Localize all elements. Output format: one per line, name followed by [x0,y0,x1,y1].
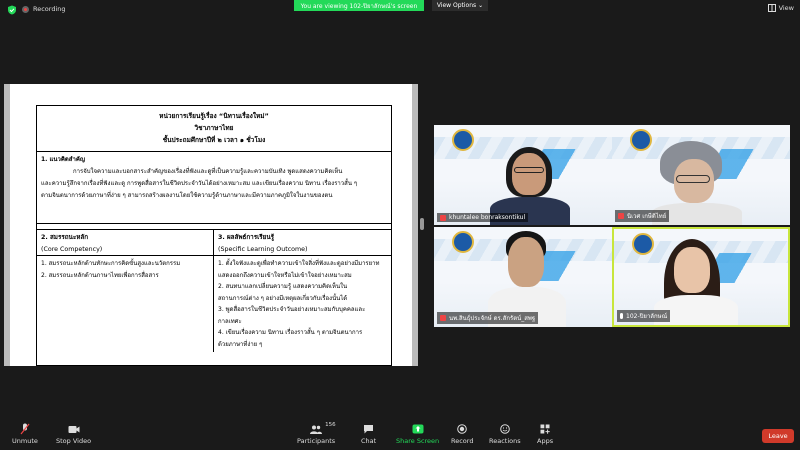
participant-label: นิเวศ เกษีติไทย์ [615,210,670,222]
unmute-button[interactable]: Unmute [12,423,38,445]
mic-muted-icon [440,214,446,221]
school-seal-icon [630,129,652,151]
chat-label: Chat [361,437,377,445]
shared-screen: หน่วยการเรียนรู้เรื่อง “นิทานเรื่องใหม่”… [4,84,418,366]
list-item: ด้วยภาษาที่ง่าย ๆ [218,340,263,348]
key-concept-line: การจับใจความและบอกสาระสำคัญของเรื่องที่ฟ… [73,168,343,175]
stop-video-button[interactable]: Stop Video [56,424,91,445]
core-competency-header: 2. สมรรถนะหลัก (Core Competency) [37,230,213,256]
core-competency-column: 2. สมรรถนะหลัก (Core Competency) 1. สมรร… [37,230,214,352]
mic-muted-icon [618,213,624,219]
list-item: 1. ตั้งใจฟังและดูเพื่อทำความเข้าใจสิ่งที… [218,260,380,267]
key-concept-line: และความรู้สึกจากเรื่องที่ฟังและดู การพูด… [41,180,358,187]
list-item: 3. พูดสื่อสารในชีวิตประจำวันอย่างเหมาะสม… [218,306,366,313]
chat-icon [363,424,375,434]
apps-button[interactable]: Apps [537,424,553,445]
key-concept-title: 1. แนวคิดสำคัญ [41,156,85,163]
video-tile[interactable]: นิเวศ เกษีติไทย์ [612,125,790,225]
smile-icon [499,424,511,434]
mic-on-icon [620,313,623,319]
top-bar: Recording You are viewing 102-ปิยาลักษณ์… [0,0,800,20]
list-item: แสดงออกถึงความเข้าใจหรือไม่เข้าใจอย่างเห… [218,271,352,279]
people-icon: 156 [310,422,336,434]
meeting-toolbar: Unmute Stop Video 156 Participants Chat … [0,418,800,450]
view-options-button[interactable]: View Options ⌄ [432,0,488,11]
list-item: 2. สนทนาแลกเปลี่ยนความรู้ แสดงความคิดเห็… [218,283,348,290]
unmute-label: Unmute [12,437,38,445]
learning-outcome-header: 3. ผลลัพธ์การเรียนรู้ (Specific Learning… [214,230,391,256]
chat-button[interactable]: Chat [361,424,376,445]
document-header: หน่วยการเรียนรู้เรื่อง “นิทานเรื่องใหม่”… [37,106,391,152]
list-item: 2. สมรรถนะหลักด้านภาษาไทยเพื่อการสื่อสาร [41,271,159,279]
key-concept-line: ตามจินตนาการด้วยภาษาที่ง่าย ๆ สามารถสร้า… [41,192,333,199]
leave-button[interactable]: Leave [762,429,794,443]
lesson-document: หน่วยการเรียนรู้เรื่อง “นิทานเรื่องใหม่”… [36,105,392,366]
participants-label: Participants [297,437,336,445]
participants-count: 156 [325,422,336,428]
grid-icon [767,4,776,12]
share-screen-label: Share Screen [396,437,440,445]
learning-outcome-column: 3. ผลลัพธ์การเรียนรู้ (Specific Learning… [214,230,391,352]
chevron-down-icon: ⌄ [478,2,484,9]
view-label: View [778,4,794,12]
reactions-button[interactable]: Reactions [489,424,521,445]
doc-margin-right [412,84,418,366]
mic-muted-icon [440,315,446,321]
list-item: 1. สมรรถนะหลักด้านทักษะการคิดขั้นสูงและน… [41,260,181,267]
video-tile-active-speaker[interactable]: 102-ปิยาลักษณ์ [612,227,790,327]
participant-label: 102-ปิยาลักษณ์ [617,310,671,322]
recording-label: Recording [33,5,66,13]
shield-icon[interactable] [7,5,17,15]
competency-grid: 2. สมรรถนะหลัก (Core Competency) 1. สมรร… [37,230,391,352]
school-seal-icon [452,231,474,253]
recording-indicator[interactable]: Recording [22,5,66,13]
core-competency-subtitle: (Core Competency) [41,245,103,253]
learning-outcome-subtitle: (Specific Learning Outcome) [218,245,308,253]
key-concept-section: 1. แนวคิดสำคัญ การจับใจความและบอกสาระสำค… [37,152,391,224]
list-item: 4. เขียนเรื่องความ นิทาน เรื่องราวสั้น ๆ… [218,329,363,336]
doc-margin-left [4,84,10,366]
glasses-icon [514,167,544,173]
participant-name: khuntalee bonraksontikul [449,214,526,221]
document-title: หน่วยการเรียนรู้เรื่อง “นิทานเรื่องใหม่” [159,112,269,120]
stop-video-label: Stop Video [56,437,92,445]
learning-outcome-title: 3. ผลลัพธ์การเรียนรู้ [218,234,275,241]
split-divider-handle[interactable] [420,218,424,230]
viewing-banner: You are viewing 102-ปิยาลักษณ์'s screen [294,0,424,11]
view-options-label: View Options [436,2,477,9]
document-subject: วิชาภาษาไทย [194,124,234,132]
document-grade: ชั้นประถมศึกษาปีที่ ๒ เวลา ๑ ชั่วโมง [162,136,266,144]
apps-label: Apps [537,437,554,445]
share-screen-icon [412,424,424,434]
record-dot-icon [22,5,29,13]
school-seal-icon [452,129,474,151]
participant-face [512,153,546,195]
video-camera-icon [68,424,80,434]
record-button[interactable]: Record [451,424,473,445]
participant-label: นพ.สินธุ์ประจักษ์ ดร.สักรัตน์_สพฐ [437,312,539,324]
list-item: สถานการณ์ต่าง ๆ อย่างมีเหตุผลเกี่ยวกับเร… [218,294,348,302]
participants-button[interactable]: 156 Participants [297,422,336,445]
participant-name: นพ.สินธุ์ประจักษ์ ดร.สักรัตน์_สพฐ [449,315,536,322]
school-seal-icon [632,233,654,255]
record-icon [456,424,468,434]
record-label: Record [451,437,474,445]
mic-muted-icon [19,423,31,435]
participant-face [674,247,710,293]
participant-label: khuntalee bonraksontikul [437,213,529,222]
video-tile[interactable]: นพ.สินธุ์ประจักษ์ ดร.สักรัตน์_สพฐ [434,227,612,327]
share-screen-button[interactable]: Share Screen [396,424,439,445]
participant-name: นิเวศ เกษีติไทย์ [627,213,667,220]
core-competency-title: 2. สมรรถนะหลัก [41,234,89,241]
list-item: กาลเทศะ [218,317,242,325]
glasses-icon [676,175,710,183]
video-tile[interactable]: khuntalee bonraksontikul [434,125,612,225]
reactions-label: Reactions [489,437,521,445]
view-button[interactable]: View [767,4,794,12]
apps-icon [539,424,551,434]
participant-face [508,237,544,287]
participant-name: 102-ปิยาลักษณ์ [626,313,668,320]
